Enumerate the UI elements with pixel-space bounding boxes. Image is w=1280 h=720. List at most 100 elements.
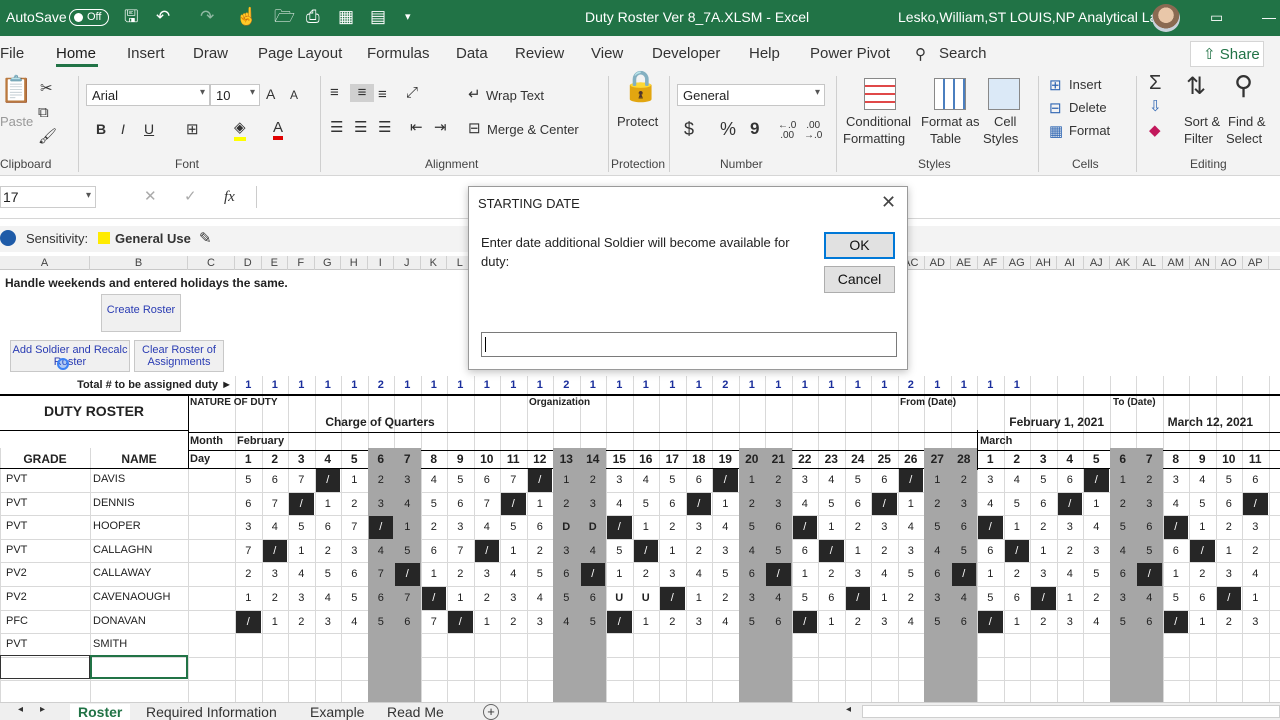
duty-cell[interactable]: 4 [978, 493, 1003, 516]
duty-cell[interactable]: 3 [395, 469, 420, 492]
column-header[interactable]: G [315, 256, 341, 270]
duty-cell[interactable]: 5 [289, 516, 314, 539]
duty-cell[interactable]: 2 [448, 563, 473, 586]
duty-cell[interactable]: 1 [1217, 540, 1242, 563]
duty-cell[interactable]: 4 [1137, 587, 1162, 610]
grade-cell[interactable]: PVT [6, 492, 27, 514]
duty-cell[interactable]: 1 [925, 469, 950, 492]
grade-cell[interactable]: PVT [6, 515, 27, 537]
grade-cell[interactable]: PV2 [6, 562, 27, 584]
find-select-label-2[interactable]: Select [1226, 131, 1262, 146]
duty-cell[interactable]: 5 [554, 587, 579, 610]
save-icon[interactable]: 🖫 [124, 7, 138, 27]
redo-icon[interactable]: ↷ [200, 7, 214, 27]
name-cell[interactable]: DENNIS [93, 492, 135, 514]
column-header[interactable]: AF [978, 256, 1004, 270]
duty-cell[interactable]: 4 [899, 516, 924, 539]
duty-cell[interactable]: 6 [660, 493, 685, 516]
duty-cell[interactable]: / [289, 492, 314, 516]
duty-cell[interactable]: 7 [422, 611, 447, 634]
duty-cell[interactable]: 3 [766, 492, 791, 516]
duty-cell[interactable]: D [580, 516, 605, 539]
share-button[interactable]: ⇧ Share [1190, 41, 1264, 67]
column-header[interactable]: H [341, 256, 368, 270]
duty-cell[interactable]: 6 [1217, 493, 1242, 516]
duty-cell[interactable]: 1 [554, 469, 579, 492]
duty-cell[interactable]: 3 [368, 492, 393, 516]
tab-insert[interactable]: Insert [127, 45, 165, 62]
duty-cell[interactable]: 4 [1164, 493, 1189, 516]
column-header[interactable]: AM [1163, 256, 1190, 270]
duty-cell[interactable]: 5 [951, 539, 976, 563]
duty-cell[interactable]: 2 [1243, 540, 1268, 563]
duty-cell[interactable]: 2 [1110, 492, 1135, 516]
duty-cell[interactable]: 2 [422, 516, 447, 539]
paste-icon[interactable]: 📋 [0, 76, 32, 102]
duty-cell[interactable]: 7 [501, 469, 526, 492]
duty-cell[interactable]: 1 [236, 587, 261, 610]
tab-page-layout[interactable]: Page Layout [258, 45, 342, 62]
duty-cell[interactable]: / [501, 492, 526, 516]
duty-cell[interactable]: 4 [872, 563, 897, 586]
column-header[interactable]: AO [1216, 256, 1243, 270]
duty-cell[interactable]: 5 [580, 610, 605, 634]
duty-cell[interactable]: / [1163, 516, 1188, 539]
duty-cell[interactable]: 1 [607, 563, 632, 586]
wrap-text-button[interactable]: Wrap Text [486, 88, 544, 103]
duty-cell[interactable]: 2 [528, 540, 553, 563]
grade-cell[interactable]: PV2 [6, 586, 27, 608]
create-roster-button[interactable]: Create Roster [101, 294, 181, 332]
duty-cell[interactable]: 3 [316, 611, 341, 634]
duty-cell[interactable]: 3 [236, 516, 261, 539]
merge-icon[interactable]: ⊟ [468, 120, 481, 138]
column-header[interactable]: D [235, 256, 262, 270]
duty-cell[interactable]: 3 [1031, 563, 1056, 586]
column-header[interactable]: AH [1031, 256, 1057, 270]
duty-cell[interactable]: / [978, 516, 1003, 539]
column-header[interactable]: AP [1243, 256, 1269, 270]
duty-cell[interactable]: 2 [634, 563, 659, 586]
duty-cell[interactable]: 2 [316, 540, 341, 563]
duty-cell[interactable]: 4 [1005, 469, 1030, 492]
duty-cell[interactable]: / [395, 563, 420, 586]
duty-cell[interactable]: 5 [846, 469, 871, 492]
duty-cell[interactable]: 4 [580, 539, 605, 563]
duty-cell[interactable]: 6 [395, 610, 420, 634]
duty-cell[interactable]: / [1031, 587, 1056, 610]
selected-cell[interactable] [90, 655, 188, 679]
cell-styles-label-2[interactable]: Styles [983, 131, 1018, 146]
duty-cell[interactable]: / [978, 610, 1003, 634]
grade-cell[interactable]: PVT [6, 468, 27, 490]
column-header[interactable]: AE [951, 256, 978, 270]
close-icon[interactable]: ✕ [881, 192, 896, 213]
decrease-decimal-icon[interactable]: .00 →.0 [804, 121, 822, 141]
duty-cell[interactable]: 3 [528, 611, 553, 634]
duty-cell[interactable]: 3 [580, 492, 605, 516]
duty-cell[interactable]: 1 [501, 540, 526, 563]
duty-cell[interactable]: 4 [713, 516, 738, 539]
align-bottom-icon[interactable]: ≡ [378, 86, 387, 104]
name-cell[interactable]: HOOPER [93, 515, 141, 537]
duty-cell[interactable]: 6 [1190, 587, 1215, 610]
duty-cell[interactable]: 6 [422, 540, 447, 563]
insert-cells-icon[interactable]: ⊞ [1049, 77, 1062, 95]
duty-cell[interactable]: 3 [1084, 540, 1109, 563]
duty-cell[interactable]: / [1057, 492, 1082, 516]
duty-cell[interactable]: 6 [846, 493, 871, 516]
delete-cells-button[interactable]: Delete [1069, 100, 1107, 115]
duty-cell[interactable]: 7 [475, 493, 500, 516]
column-header[interactable]: A [0, 256, 90, 270]
tab-power-pivot[interactable]: Power Pivot [810, 45, 890, 62]
duty-cell[interactable]: 1 [793, 563, 818, 586]
fill-icon[interactable]: ⇩ [1149, 98, 1162, 116]
duty-cell[interactable]: 3 [793, 469, 818, 492]
duty-cell[interactable]: 5 [316, 563, 341, 586]
duty-cell[interactable]: / [448, 610, 473, 634]
duty-cell[interactable]: / [1084, 469, 1109, 492]
duty-cell[interactable]: 1 [342, 469, 367, 492]
align-right-icon[interactable]: ☰ [378, 119, 391, 137]
tab-review[interactable]: Review [515, 45, 564, 62]
name-cell[interactable]: CAVENAOUGH [93, 586, 170, 608]
duty-cell[interactable]: 2 [713, 587, 738, 610]
duty-cell[interactable]: 1 [872, 587, 897, 610]
